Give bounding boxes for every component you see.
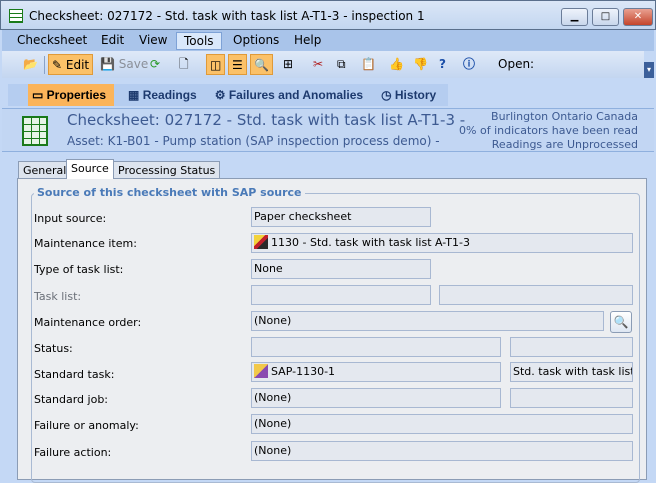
maintenance-item-label: Maintenance item: <box>34 237 137 250</box>
status-description-field[interactable] <box>510 337 633 357</box>
header-title: Checksheet: 027172 - Std. task with task… <box>67 111 466 129</box>
task-list-field[interactable] <box>251 285 431 305</box>
windows-icon[interactable]: ⊞ <box>280 54 296 75</box>
nav-history[interactable]: ◷ History <box>377 84 440 106</box>
help-icon[interactable]: ? <box>436 54 449 75</box>
edit-label: Edit <box>65 58 90 72</box>
task-list-label: Task list: <box>34 290 82 303</box>
layout-split-icon[interactable]: ◫ <box>206 54 226 75</box>
toolbar: 📂 ✎ Edit 💾 Save ⟳ 🗋 ◫ ☰ 🔍 ⊞ ✂ ⧉ 📋 👍 👎 ? … <box>2 51 644 78</box>
tab-processing-status[interactable]: Processing Status <box>113 161 221 179</box>
toolbar-overflow-button[interactable]: ▾ <box>644 62 654 78</box>
edit-button[interactable]: ✎ Edit <box>48 54 94 75</box>
nav-readings[interactable]: ▦ Readings <box>124 84 201 106</box>
failure-action-label: Failure action: <box>34 446 112 459</box>
menu-tools[interactable]: Tools <box>176 32 222 50</box>
status-label: Status: <box>34 342 73 355</box>
checksheet-header: Checksheet: 027172 - Std. task with task… <box>2 108 654 152</box>
header-readings-status: Readings are Unprocessed <box>491 138 638 151</box>
tab-source[interactable]: Source <box>66 159 114 179</box>
status-field[interactable] <box>251 337 501 357</box>
header-asset: Asset: K1-B01 - Pump station (SAP inspec… <box>67 134 440 148</box>
standard-task-label: Standard task: <box>34 368 115 381</box>
standard-task-field[interactable]: SAP-1130-1 <box>251 362 501 382</box>
standard-task-description-field[interactable]: Std. task with task list A-T1-3 <box>510 362 633 382</box>
thumbs-down-icon[interactable]: 👎 <box>410 54 431 75</box>
nav-failures-label: Failures and Anomalies <box>228 88 364 102</box>
layout-rows-icon[interactable]: ☰ <box>228 54 247 75</box>
menu-checksheet[interactable]: Checksheet <box>10 32 94 50</box>
maintenance-order-field[interactable]: (None) <box>251 311 604 331</box>
view-nav-bar: ▭ Properties ▦ Readings ⚙ Failures and A… <box>8 84 449 106</box>
header-location: Burlington Ontario Canada <box>491 110 638 123</box>
maintenance-item-value: 1130 - Std. task with task list A-T1-3 <box>271 236 470 249</box>
maintenance-item-field[interactable]: 1130 - Std. task with task list A-T1-3 <box>251 233 633 253</box>
standard-task-value: SAP-1130-1 <box>271 365 336 378</box>
thumbs-up-icon[interactable]: 👍 <box>386 54 407 75</box>
menu-view[interactable]: View <box>132 32 174 50</box>
title-bar: Checksheet: 027172 - Std. task with task… <box>0 0 656 30</box>
menu-options[interactable]: Options <box>226 32 286 50</box>
refresh-icon[interactable]: ⟳ <box>147 54 163 75</box>
menu-edit[interactable]: Edit <box>94 32 131 50</box>
standard-job-label: Standard job: <box>34 393 109 406</box>
failure-label: Failure or anomaly: <box>34 419 139 432</box>
header-indicators: 0% of indicators have been read <box>459 124 638 137</box>
tab-general[interactable]: General <box>18 161 72 179</box>
task-list-description-field[interactable] <box>439 285 633 305</box>
nav-failures[interactable]: ⚙ Failures and Anomalies <box>211 84 367 106</box>
maximize-button[interactable]: □ <box>592 8 619 26</box>
info-icon[interactable]: ⓘ <box>460 54 478 75</box>
minimize-button[interactable]: ▁ <box>561 8 588 26</box>
save-button[interactable]: 💾 Save <box>97 54 151 75</box>
menu-bar: Checksheet Edit View Tools Options Help <box>2 30 654 51</box>
group-title: Source of this checksheet with SAP sourc… <box>34 186 305 199</box>
paste-icon[interactable]: 📋 <box>358 54 379 75</box>
failure-action-field[interactable]: (None) <box>251 441 633 461</box>
standard-job-field[interactable]: (None) <box>251 388 501 408</box>
failure-field[interactable]: (None) <box>251 414 633 434</box>
save-label: Save <box>118 57 149 71</box>
open-label: Open: <box>498 57 535 71</box>
maintenance-item-icon <box>254 235 268 249</box>
cut-icon[interactable]: ✂ <box>310 54 326 75</box>
maintenance-order-label: Maintenance order: <box>34 316 142 329</box>
magnifier-icon: 🔍 <box>613 315 629 329</box>
nav-readings-label: Readings <box>142 88 197 102</box>
input-source-label: Input source: <box>34 212 107 225</box>
input-source-field[interactable]: Paper checksheet <box>251 207 431 227</box>
nav-properties[interactable]: ▭ Properties <box>28 84 115 106</box>
nav-properties-label: Properties <box>46 88 107 102</box>
new-document-icon[interactable]: 🗋 <box>176 54 192 75</box>
separator <box>44 56 45 74</box>
task-list-type-label: Type of task list: <box>34 263 124 276</box>
search-icon[interactable]: 🔍 <box>250 54 273 75</box>
copy-icon[interactable]: ⧉ <box>334 54 349 75</box>
maintenance-order-search-button[interactable]: 🔍 <box>610 311 632 333</box>
standard-task-icon <box>254 364 268 378</box>
standard-job-description-field[interactable] <box>510 388 633 408</box>
window-title: Checksheet: 027172 - Std. task with task… <box>29 9 425 23</box>
close-button[interactable]: ✕ <box>623 8 653 26</box>
open-folder-icon[interactable]: 📂 <box>20 54 41 75</box>
menu-help[interactable]: Help <box>287 32 328 50</box>
checksheet-grid-icon <box>22 116 48 146</box>
task-list-type-field[interactable]: None <box>251 259 431 279</box>
checksheet-icon <box>9 9 23 23</box>
nav-history-label: History <box>394 88 437 102</box>
